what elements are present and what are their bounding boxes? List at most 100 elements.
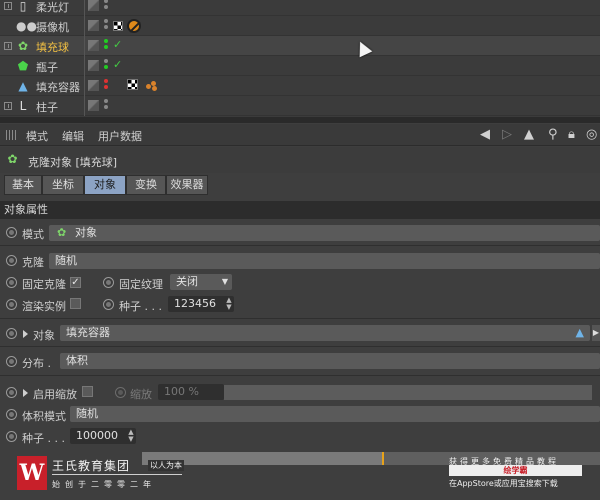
seed2-input[interactable]: 100000 ▲ ▼ bbox=[70, 428, 136, 444]
object-name: 瓶子 bbox=[36, 61, 58, 74]
attribute-title-bar: ✿ 克隆对象 [填充球] bbox=[0, 147, 600, 173]
expand-icon[interactable] bbox=[4, 102, 12, 110]
fix-clone-label: 固定克隆 bbox=[22, 278, 66, 291]
visibility-dots[interactable] bbox=[104, 59, 110, 73]
lock-icon[interactable]: 🔒︎ bbox=[568, 127, 575, 142]
fix-clone-checkbox[interactable]: ✓ bbox=[70, 277, 81, 288]
forward-arrow-icon[interactable]: ▷ bbox=[502, 127, 512, 142]
object-name: 填充容器 bbox=[36, 81, 80, 94]
object-title: 克隆对象 [填充球] bbox=[28, 156, 118, 169]
anim-radio[interactable] bbox=[6, 227, 17, 238]
volume-mode-dropdown[interactable]: 随机 bbox=[70, 406, 600, 422]
seed2-value: 100000 bbox=[76, 429, 118, 442]
protection-tag-icon[interactable] bbox=[127, 19, 141, 33]
clone-dropdown[interactable]: 随机 bbox=[49, 253, 600, 269]
spinner-icon[interactable]: ▲ ▼ bbox=[127, 429, 135, 443]
brand-slogan: 以人为本 bbox=[148, 460, 184, 471]
divider bbox=[0, 375, 600, 376]
distribution-dropdown[interactable]: 体积 bbox=[60, 353, 600, 369]
back-arrow-icon[interactable]: ◀ bbox=[480, 127, 490, 142]
anim-radio[interactable] bbox=[6, 277, 17, 288]
clone-value: 随机 bbox=[55, 254, 77, 267]
horizontal-scrollbar[interactable] bbox=[0, 117, 600, 123]
anim-radio[interactable] bbox=[103, 299, 114, 310]
layer-flag-icon[interactable] bbox=[88, 80, 99, 91]
material-tag-icon[interactable] bbox=[146, 81, 158, 91]
cloner-icon: ✿ bbox=[7, 152, 18, 166]
anim-radio[interactable] bbox=[6, 299, 17, 310]
render-instance-checkbox[interactable] bbox=[70, 298, 81, 309]
object-name: 填充球 bbox=[36, 41, 69, 54]
visibility-dots[interactable] bbox=[104, 19, 110, 33]
anim-radio[interactable] bbox=[103, 277, 114, 288]
anim-radio[interactable] bbox=[6, 409, 17, 420]
visibility-dots[interactable] bbox=[104, 99, 110, 113]
object-manager: ▯ 柔光灯 ●● 摄像机 ✿ 填充球 ✓ ⬟ 瓶子 ✓ ▲ 填充容器 L 柱子 bbox=[0, 0, 600, 117]
object-row[interactable]: L 柱子 bbox=[0, 96, 600, 116]
container-icon: ▲ bbox=[575, 326, 584, 339]
scale-input: 100 % bbox=[158, 384, 224, 400]
link-arrow-icon[interactable]: ▶ bbox=[592, 325, 600, 341]
tab-effectors[interactable]: 效果器 bbox=[166, 175, 208, 195]
object-row-selected[interactable]: ✿ 填充球 ✓ bbox=[0, 36, 600, 56]
tab-coord[interactable]: 坐标 bbox=[42, 175, 84, 195]
volume-mode-label: 体积模式 bbox=[22, 410, 66, 423]
layer-flag-icon[interactable] bbox=[88, 60, 99, 71]
tab-basic[interactable]: 基本 bbox=[4, 175, 42, 195]
camera-icon: ●● bbox=[16, 19, 37, 33]
tab-transform[interactable]: 变换 bbox=[126, 175, 166, 195]
anim-radio[interactable] bbox=[6, 255, 17, 266]
new-panel-icon[interactable]: ◎ bbox=[586, 127, 597, 142]
object-row[interactable]: ▯ 柔光灯 bbox=[0, 0, 600, 16]
seed-input[interactable]: 123456 ▲ ▼ bbox=[168, 296, 234, 312]
bottle-icon: ⬟ bbox=[17, 59, 29, 73]
enable-check-icon[interactable]: ✓ bbox=[113, 58, 122, 71]
mode-value: 对象 bbox=[75, 226, 97, 239]
object-row[interactable]: ●● 摄像机 bbox=[0, 16, 600, 36]
grip-icon[interactable] bbox=[6, 130, 18, 140]
mode-dropdown[interactable]: ✿ 对象 bbox=[49, 225, 600, 241]
object-row[interactable]: ⬟ 瓶子 ✓ bbox=[0, 56, 600, 76]
expand-icon[interactable] bbox=[4, 42, 12, 50]
fix-texture-dropdown[interactable]: 关闭 ▼ bbox=[170, 274, 232, 290]
anim-radio[interactable] bbox=[6, 356, 17, 367]
watermark-overlay: W 王氏教育集团 以人为本 始创于二零零二年 获得更多免费精品教程 绘学霸 在A… bbox=[0, 452, 600, 500]
promo-download: 在AppStore或应用宝搜索下载 bbox=[449, 479, 558, 488]
seed-value: 123456 bbox=[174, 297, 216, 310]
tab-object[interactable]: 对象 bbox=[84, 175, 126, 195]
render-instance-label: 渲染实例 bbox=[22, 300, 66, 313]
object-row[interactable]: ▲ 填充容器 bbox=[0, 76, 600, 96]
light-icon: ▯ bbox=[19, 0, 27, 13]
anim-radio[interactable] bbox=[6, 328, 17, 339]
divider bbox=[0, 346, 600, 347]
menu-edit[interactable]: 编辑 bbox=[62, 128, 84, 144]
layer-flag-icon[interactable] bbox=[88, 40, 99, 51]
enable-check-icon[interactable]: ✓ bbox=[113, 38, 122, 51]
expand-icon[interactable] bbox=[4, 2, 12, 10]
menu-userdata[interactable]: 用户数据 bbox=[98, 128, 142, 144]
layer-flag-icon[interactable] bbox=[88, 0, 99, 11]
visibility-dots[interactable] bbox=[104, 79, 110, 93]
visibility-dots[interactable] bbox=[104, 39, 110, 53]
spinner-icon[interactable]: ▲ ▼ bbox=[225, 297, 233, 311]
group-header: 对象属性 bbox=[0, 201, 600, 219]
search-icon[interactable]: ⚲ bbox=[548, 127, 558, 142]
expand-arrow-icon[interactable] bbox=[23, 330, 28, 338]
expand-arrow-icon[interactable] bbox=[23, 389, 28, 397]
object-link-field[interactable]: 填充容器 ▲ bbox=[60, 325, 590, 341]
enable-scale-checkbox[interactable] bbox=[82, 386, 93, 397]
menu-mode[interactable]: 模式 bbox=[26, 128, 48, 144]
tag-icon[interactable] bbox=[113, 21, 123, 31]
texture-tag-icon[interactable] bbox=[127, 79, 138, 90]
brand-name: 王氏教育集团 bbox=[52, 459, 131, 473]
column-divider bbox=[84, 56, 85, 76]
anim-radio[interactable] bbox=[6, 387, 17, 398]
visibility-dots[interactable] bbox=[104, 0, 110, 13]
layer-flag-icon[interactable] bbox=[88, 100, 99, 111]
promo-app-name: 绘学霸 bbox=[449, 465, 582, 476]
seed2-label: 种子 . . . bbox=[22, 432, 65, 445]
layer-flag-icon[interactable] bbox=[88, 20, 99, 31]
chevron-down-icon: ▼ bbox=[221, 277, 228, 286]
anim-radio[interactable] bbox=[6, 431, 17, 442]
up-arrow-icon[interactable]: ▲ bbox=[524, 127, 534, 142]
